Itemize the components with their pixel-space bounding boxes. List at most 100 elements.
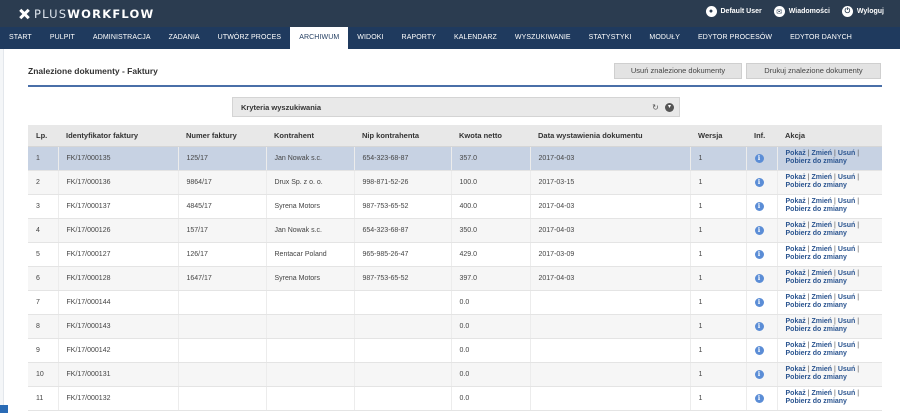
delete-link[interactable]: Usuń <box>838 294 856 301</box>
print-found-documents-button[interactable]: Drukuj znalezione dokumenty <box>746 63 881 79</box>
col-contractor-header[interactable]: Kontrahent <box>266 125 354 147</box>
edit-link[interactable]: Zmień <box>811 150 832 157</box>
nav-item-edytor-procesów[interactable]: EDYTOR PROCESÓW <box>689 27 781 49</box>
info-icon[interactable]: i <box>754 297 764 307</box>
search-criteria-panel[interactable]: Kryteria wyszukiwania ↻ ▾ <box>232 97 680 117</box>
show-link[interactable]: Pokaż <box>786 318 806 325</box>
col-issue-date-header[interactable]: Data wystawienia dokumentu <box>530 125 690 147</box>
info-icon[interactable]: i <box>754 369 764 379</box>
show-link[interactable]: Pokaż <box>786 342 806 349</box>
table-row[interactable]: 6 FK/17/000128 1647/17 Syrena Motors 987-753… <box>28 266 882 291</box>
nav-item-widoki[interactable]: WIDOKI <box>348 27 392 49</box>
nav-item-edytor-danych[interactable]: EDYTOR DANYCH <box>781 27 861 49</box>
messages-button[interactable]: ✉ Wiadomości <box>773 6 830 17</box>
edit-link[interactable]: Zmień <box>811 294 832 301</box>
col-version-header[interactable]: Wersja <box>690 125 746 147</box>
edit-link[interactable]: Zmień <box>811 342 832 349</box>
edit-link[interactable]: Zmień <box>811 222 832 229</box>
delete-link[interactable]: Usuń <box>838 246 856 253</box>
chevron-down-icon[interactable]: ▾ <box>665 103 674 112</box>
table-row[interactable]: 4 FK/17/000126 157/17 Jan Nowak s.c. 654-323… <box>28 218 882 243</box>
fetch-for-edit-link[interactable]: Pobierz do zmiany <box>786 374 847 381</box>
nav-item-start[interactable]: START <box>0 27 41 49</box>
delete-link[interactable]: Usuń <box>838 150 856 157</box>
table-row[interactable]: 2 FK/17/000136 9864/17 Drux Sp. z o. o. 998-… <box>28 170 882 195</box>
delete-link[interactable]: Usuń <box>838 318 856 325</box>
fetch-for-edit-link[interactable]: Pobierz do zmiany <box>786 206 847 213</box>
col-actions-header[interactable]: Akcja <box>777 125 882 147</box>
show-link[interactable]: Pokaż <box>786 150 806 157</box>
fetch-for-edit-link[interactable]: Pobierz do zmiany <box>786 278 847 285</box>
refresh-icon[interactable]: ↻ <box>651 103 660 112</box>
fetch-for-edit-link[interactable]: Pobierz do zmiany <box>786 302 847 309</box>
edit-link[interactable]: Zmień <box>811 318 832 325</box>
col-invoice-id-header[interactable]: Identyfikator faktury <box>58 125 178 147</box>
edit-link[interactable]: Zmień <box>811 198 832 205</box>
col-info-header[interactable]: Inf. <box>746 125 777 147</box>
col-net-amount-header[interactable]: Kwota netto <box>451 125 530 147</box>
info-icon[interactable]: i <box>754 153 764 163</box>
info-icon[interactable]: i <box>754 201 764 211</box>
table-row[interactable]: 10 FK/17/000131 0.0 1 i Pokaż | Zmień | Usuń … <box>28 362 882 387</box>
edit-link[interactable]: Zmień <box>811 246 832 253</box>
nav-item-archiwum[interactable]: ARCHIWUM <box>290 27 349 49</box>
show-link[interactable]: Pokaż <box>786 366 806 373</box>
side-panel-strip[interactable] <box>0 49 4 413</box>
delete-link[interactable]: Usuń <box>838 198 856 205</box>
nav-item-administracja[interactable]: ADMINISTRACJA <box>84 27 160 49</box>
edit-link[interactable]: Zmień <box>811 270 832 277</box>
info-icon[interactable]: i <box>754 225 764 235</box>
nav-item-zadania[interactable]: ZADANIA <box>160 27 209 49</box>
logout-button[interactable]: ⏻ Wyloguj <box>841 6 884 17</box>
info-icon[interactable]: i <box>754 321 764 331</box>
nav-item-raporty[interactable]: RAPORTY <box>393 27 445 49</box>
fetch-for-edit-link[interactable]: Pobierz do zmiany <box>786 158 847 165</box>
fetch-for-edit-link[interactable]: Pobierz do zmiany <box>786 350 847 357</box>
show-link[interactable]: Pokaż <box>786 174 806 181</box>
table-row[interactable]: 8 FK/17/000143 0.0 1 i Pokaż | Zmień | Usuń |… <box>28 314 882 339</box>
feedback-tab[interactable] <box>0 405 8 413</box>
fetch-for-edit-link[interactable]: Pobierz do zmiany <box>786 326 847 333</box>
table-row[interactable]: 3 FK/17/000137 4845/17 Syrena Motors 987-753… <box>28 194 882 219</box>
delete-link[interactable]: Usuń <box>838 366 856 373</box>
show-link[interactable]: Pokaż <box>786 222 806 229</box>
delete-link[interactable]: Usuń <box>838 270 856 277</box>
table-row[interactable]: 9 FK/17/000142 0.0 1 i Pokaż | Zmień | Usuń |… <box>28 338 882 363</box>
fetch-for-edit-link[interactable]: Pobierz do zmiany <box>786 254 847 261</box>
table-row[interactable]: 11 FK/17/000132 0.0 1 i Pokaż | Zmień | Usuń … <box>28 386 882 411</box>
show-link[interactable]: Pokaż <box>786 270 806 277</box>
info-icon[interactable]: i <box>754 249 764 259</box>
edit-link[interactable]: Zmień <box>811 366 832 373</box>
show-link[interactable]: Pokaż <box>786 246 806 253</box>
col-lp-header[interactable]: Lp. <box>28 125 58 147</box>
fetch-for-edit-link[interactable]: Pobierz do zmiany <box>786 230 847 237</box>
show-link[interactable]: Pokaż <box>786 390 806 397</box>
fetch-for-edit-link[interactable]: Pobierz do zmiany <box>786 398 847 405</box>
delete-link[interactable]: Usuń <box>838 390 856 397</box>
edit-link[interactable]: Zmień <box>811 174 832 181</box>
info-icon[interactable]: i <box>754 345 764 355</box>
nav-item-statystyki[interactable]: STATYSTYKI <box>580 27 641 49</box>
nav-item-utwórz-proces[interactable]: UTWÓRZ PROCES <box>209 27 291 49</box>
user-menu-button[interactable]: ● Default User <box>705 6 762 17</box>
remove-found-documents-button[interactable]: Usuń znalezione dokumenty <box>614 63 742 79</box>
table-row[interactable]: 1 FK/17/000135 125/17 Jan Nowak s.c. 654-323… <box>28 146 882 171</box>
table-row[interactable]: 5 FK/17/000127 126/17 Rentacar Poland 965-98… <box>28 242 882 267</box>
nav-item-kalendarz[interactable]: KALENDARZ <box>445 27 506 49</box>
show-link[interactable]: Pokaż <box>786 294 806 301</box>
delete-link[interactable]: Usuń <box>838 342 856 349</box>
delete-link[interactable]: Usuń <box>838 174 856 181</box>
app-logo[interactable]: PLUSWORKFLOW <box>18 7 154 21</box>
info-icon[interactable]: i <box>754 177 764 187</box>
edit-link[interactable]: Zmień <box>811 390 832 397</box>
nav-item-moduły[interactable]: MODUŁY <box>640 27 689 49</box>
col-invoice-number-header[interactable]: Numer faktury <box>178 125 266 147</box>
nav-item-pulpit[interactable]: PULPIT <box>41 27 84 49</box>
show-link[interactable]: Pokaż <box>786 198 806 205</box>
delete-link[interactable]: Usuń <box>838 222 856 229</box>
fetch-for-edit-link[interactable]: Pobierz do zmiany <box>786 182 847 189</box>
table-row[interactable]: 7 FK/17/000144 0.0 1 i Pokaż | Zmień | Usuń |… <box>28 290 882 315</box>
info-icon[interactable]: i <box>754 393 764 403</box>
info-icon[interactable]: i <box>754 273 764 283</box>
col-contractor-nip-header[interactable]: Nip kontrahenta <box>354 125 451 147</box>
